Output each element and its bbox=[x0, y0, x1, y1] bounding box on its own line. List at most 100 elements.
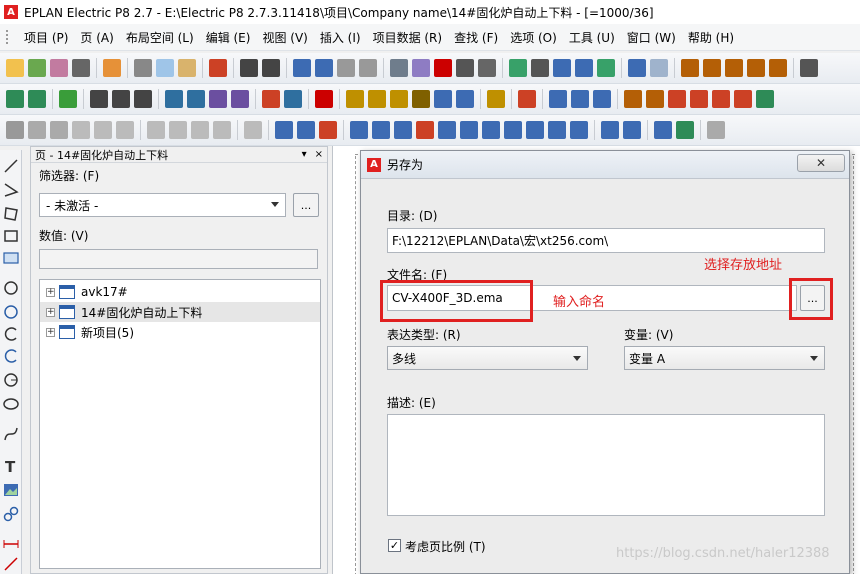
tree-item[interactable]: + 新项目(5) bbox=[40, 322, 320, 342]
menu-window[interactable]: 窗口 (W) bbox=[621, 29, 682, 46]
marker-icon[interactable] bbox=[262, 90, 280, 108]
value-input[interactable] bbox=[39, 249, 318, 269]
menu-options[interactable]: 选项 (O) bbox=[504, 29, 563, 46]
redo-icon[interactable] bbox=[337, 59, 355, 77]
line-tool-icon[interactable] bbox=[3, 158, 19, 174]
mount-a-icon[interactable] bbox=[275, 121, 293, 139]
circle-tool-icon[interactable] bbox=[3, 280, 19, 296]
layout-i-icon[interactable] bbox=[526, 121, 544, 139]
layout-l-icon[interactable] bbox=[601, 121, 619, 139]
directory-field[interactable]: F:\12212\EPLAN\Data\宏\xt256.com\ bbox=[387, 228, 825, 253]
rectangle-tool-icon[interactable] bbox=[3, 228, 19, 244]
close-button[interactable]: ✕ bbox=[797, 154, 845, 172]
refresh-icon[interactable] bbox=[509, 59, 527, 77]
graphic-preview-icon[interactable] bbox=[412, 59, 430, 77]
panel-close-icon[interactable]: × bbox=[315, 149, 323, 160]
menu-page[interactable]: 页 (A) bbox=[74, 29, 119, 46]
layout-f-icon[interactable] bbox=[460, 121, 478, 139]
tree-item[interactable]: + 14#固化炉自动上下料 bbox=[40, 302, 320, 322]
number-sort-icon[interactable] bbox=[134, 90, 152, 108]
property-brush-icon[interactable] bbox=[262, 59, 280, 77]
puzzle-icon[interactable] bbox=[59, 90, 77, 108]
new-project-icon[interactable] bbox=[6, 59, 24, 77]
menu-help[interactable]: 帮助 (H) bbox=[682, 29, 740, 46]
pin-icon[interactable] bbox=[284, 90, 302, 108]
connection-icon[interactable] bbox=[165, 90, 183, 108]
circle-three-point-icon[interactable] bbox=[3, 304, 19, 320]
wrench-icon[interactable] bbox=[103, 59, 121, 77]
text-tool-icon[interactable]: T bbox=[3, 458, 19, 474]
dimension-tool-icon[interactable] bbox=[3, 536, 19, 552]
plc-a-icon[interactable] bbox=[549, 90, 567, 108]
cube-c-icon[interactable] bbox=[50, 121, 68, 139]
hyperlink-tool-icon[interactable] bbox=[3, 506, 19, 522]
doc-f-icon[interactable] bbox=[456, 90, 474, 108]
layout-p-icon[interactable] bbox=[707, 121, 725, 139]
expand-icon[interactable]: + bbox=[46, 287, 55, 297]
layout-b-icon[interactable] bbox=[372, 121, 390, 139]
plc-c-icon[interactable] bbox=[593, 90, 611, 108]
flag-icon[interactable] bbox=[231, 90, 249, 108]
format-brush-icon[interactable] bbox=[240, 59, 258, 77]
open-project-icon[interactable] bbox=[28, 59, 46, 77]
layout-e-icon[interactable] bbox=[438, 121, 456, 139]
menu-tools[interactable]: 工具 (U) bbox=[563, 29, 621, 46]
polyline-tool-icon[interactable] bbox=[3, 182, 19, 198]
cube-b-icon[interactable] bbox=[28, 121, 46, 139]
layout-h-icon[interactable] bbox=[504, 121, 522, 139]
grid-e-icon[interactable] bbox=[769, 59, 787, 77]
menu-project-data[interactable]: 项目数据 (R) bbox=[367, 29, 449, 46]
cable-c-icon[interactable] bbox=[668, 90, 686, 108]
menu-edit[interactable]: 编辑 (E) bbox=[200, 29, 257, 46]
arrow-right-icon[interactable] bbox=[650, 59, 668, 77]
description-textarea[interactable] bbox=[387, 414, 825, 516]
filter-select[interactable]: - 未激活 - bbox=[39, 193, 286, 217]
layout-j-icon[interactable] bbox=[548, 121, 566, 139]
page-scale-label[interactable]: 考虑页比例 (T) bbox=[405, 538, 486, 555]
layout-d-icon[interactable] bbox=[416, 121, 434, 139]
paste-icon[interactable] bbox=[178, 59, 196, 77]
cut-icon[interactable] bbox=[134, 59, 152, 77]
variant-select[interactable]: 变量 A bbox=[624, 346, 825, 370]
menu-insert[interactable]: 插入 (I) bbox=[314, 29, 367, 46]
undo-icon[interactable] bbox=[293, 59, 311, 77]
close-project-icon[interactable] bbox=[50, 59, 68, 77]
cube-d-icon[interactable] bbox=[72, 121, 90, 139]
doc-d-icon[interactable] bbox=[412, 90, 430, 108]
layout-o-icon[interactable] bbox=[676, 121, 694, 139]
mount-c-icon[interactable] bbox=[319, 121, 337, 139]
check-icon[interactable] bbox=[434, 59, 452, 77]
expand-icon[interactable]: + bbox=[46, 327, 55, 337]
cable-b-icon[interactable] bbox=[646, 90, 664, 108]
doc-b-icon[interactable] bbox=[368, 90, 386, 108]
dimension-aligned-icon[interactable] bbox=[3, 556, 19, 572]
page-view-icon[interactable] bbox=[390, 59, 408, 77]
image-tool-icon[interactable] bbox=[3, 482, 19, 498]
menu-find[interactable]: 查找 (F) bbox=[448, 29, 504, 46]
undo-list-icon[interactable] bbox=[315, 59, 333, 77]
view-c-icon[interactable] bbox=[191, 121, 209, 139]
layout-g-icon[interactable] bbox=[482, 121, 500, 139]
polygon-tool-icon[interactable] bbox=[3, 206, 19, 222]
spline-tool-icon[interactable] bbox=[3, 426, 19, 442]
cable-d-icon[interactable] bbox=[690, 90, 708, 108]
plc-b-icon[interactable] bbox=[571, 90, 589, 108]
layout-m-icon[interactable] bbox=[623, 121, 641, 139]
renumber-icon[interactable] bbox=[112, 90, 130, 108]
cable-g-icon[interactable] bbox=[756, 90, 774, 108]
zoom-out-icon[interactable] bbox=[575, 59, 593, 77]
zoom-in-icon[interactable] bbox=[553, 59, 571, 77]
ellipse-tool-icon[interactable] bbox=[3, 396, 19, 412]
sector-tool-icon[interactable] bbox=[3, 372, 19, 388]
monitor-icon[interactable] bbox=[478, 59, 496, 77]
redo-list-icon[interactable] bbox=[359, 59, 377, 77]
layout-c-icon[interactable] bbox=[394, 121, 412, 139]
view-d-icon[interactable] bbox=[213, 121, 231, 139]
layout-n-icon[interactable] bbox=[654, 121, 672, 139]
grid-b-icon[interactable] bbox=[703, 59, 721, 77]
zoom-window-icon[interactable] bbox=[531, 59, 549, 77]
zoom-fit-icon[interactable] bbox=[597, 59, 615, 77]
arc-tool-icon[interactable] bbox=[3, 326, 19, 342]
layout-k-icon[interactable] bbox=[570, 121, 588, 139]
cable-f-icon[interactable] bbox=[734, 90, 752, 108]
